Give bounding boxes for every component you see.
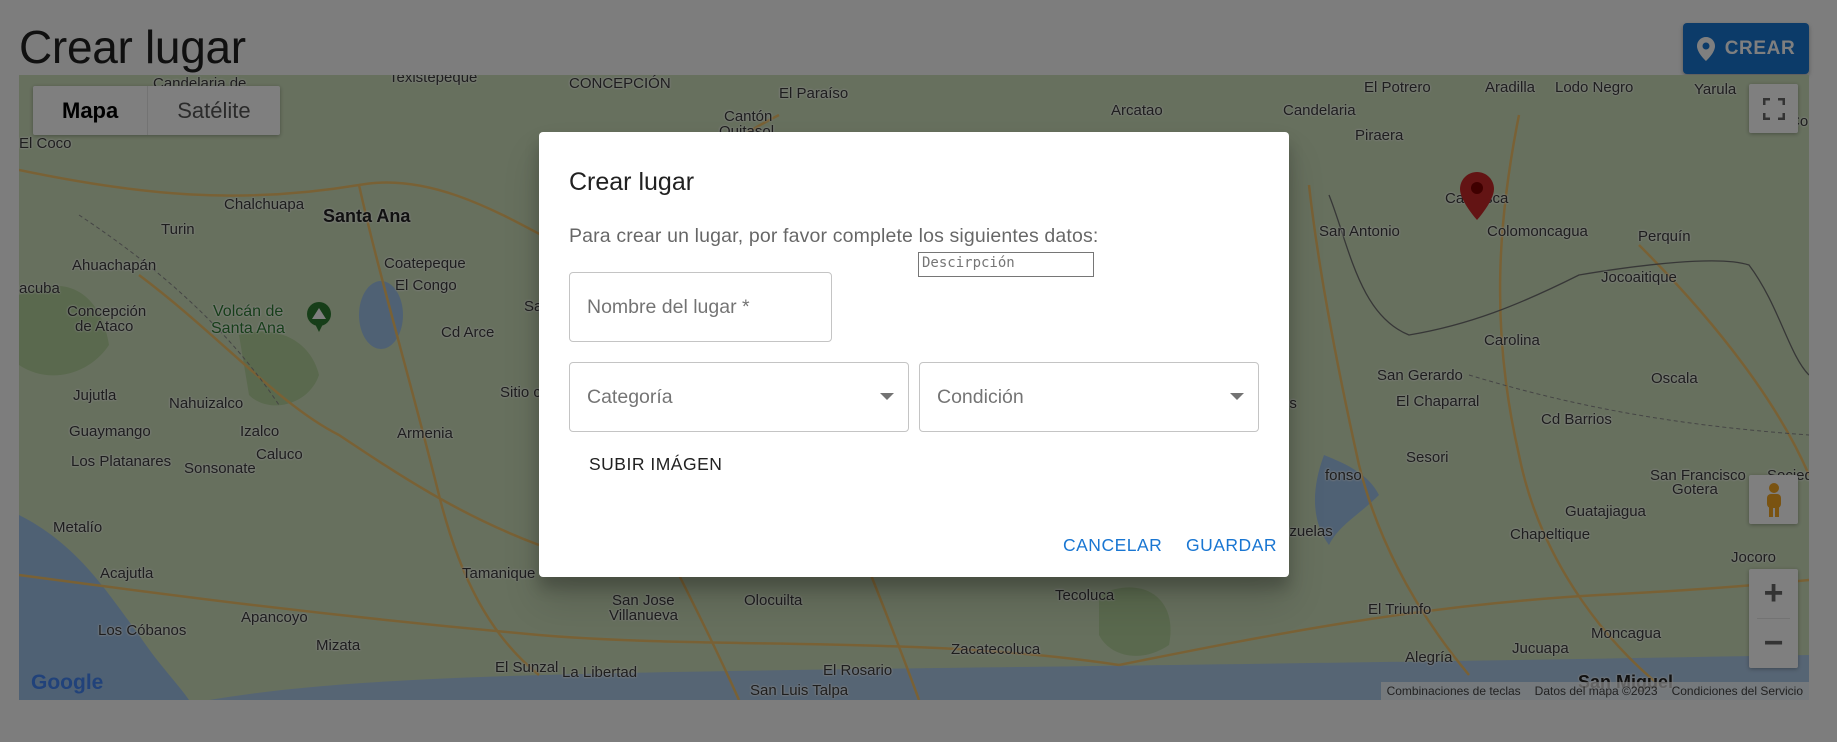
condition-label: Condición — [937, 385, 1024, 408]
chevron-down-icon — [1230, 393, 1244, 400]
description-textarea[interactable]: Descirpción — [918, 252, 1094, 277]
place-name-field[interactable]: Nombre del lugar * — [569, 272, 832, 342]
dialog-description: Para crear un lugar, por favor complete … — [569, 225, 1099, 247]
chevron-down-icon — [880, 393, 894, 400]
dialog-title: Crear lugar — [569, 168, 695, 196]
category-select[interactable]: Categoría — [569, 362, 909, 432]
upload-image-button[interactable]: SUBIR IMÁGEN — [589, 454, 722, 475]
create-place-dialog: Crear lugar Para crear un lugar, por fav… — [539, 132, 1289, 577]
condition-select[interactable]: Condición — [919, 362, 1259, 432]
save-button[interactable]: GUARDAR — [1186, 535, 1277, 556]
cancel-button[interactable]: CANCELAR — [1063, 535, 1162, 556]
place-name-label: Nombre del lugar * — [587, 295, 750, 318]
category-label: Categoría — [587, 385, 673, 408]
